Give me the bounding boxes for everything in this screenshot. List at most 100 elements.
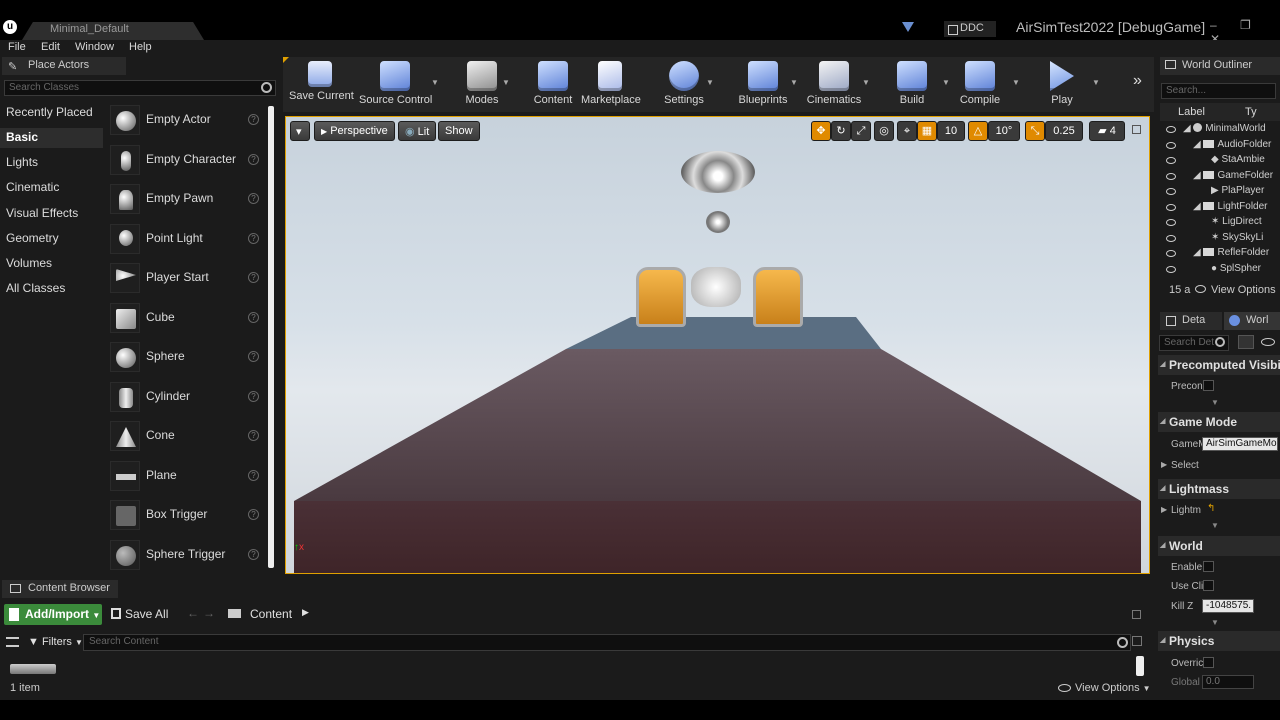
menu-window[interactable]: Window <box>75 41 114 53</box>
outliner-row[interactable]: ✶ LigDirect <box>1160 216 1280 231</box>
blueprints-button[interactable]: Blueprints <box>737 59 789 111</box>
kill-z-input[interactable]: -1048575. <box>1202 599 1254 613</box>
rotation-snap-value[interactable]: 10° <box>988 121 1020 141</box>
section-precomputed-visibility[interactable]: Precomputed Visibil <box>1158 355 1280 375</box>
reflection-capture-icon[interactable] <box>706 211 730 233</box>
show-button[interactable]: Show <box>438 121 480 141</box>
sources-toggle-icon[interactable] <box>6 637 19 647</box>
section-game-mode[interactable]: Game Mode <box>1158 412 1280 432</box>
actor-point-light[interactable]: Point Light? <box>108 220 268 259</box>
maximize-viewport-icon[interactable] <box>1132 125 1141 134</box>
search-icon[interactable] <box>1215 337 1225 347</box>
eye-icon[interactable] <box>1166 250 1176 257</box>
content-search-input[interactable]: Search Content <box>83 634 1131 651</box>
chevron-down-icon[interactable]: ▼ <box>1211 398 1219 407</box>
compile-button[interactable]: Compile <box>958 59 1002 111</box>
build-button[interactable]: Build <box>895 59 929 111</box>
ddc-indicator[interactable]: DDC <box>944 21 996 37</box>
eye-icon[interactable] <box>1166 266 1176 273</box>
chevron-down-icon[interactable]: ▼ <box>706 78 714 87</box>
help-icon[interactable]: ? <box>248 549 259 560</box>
scale-mode-icon[interactable]: ⤢ <box>851 121 871 141</box>
filters-button[interactable]: ▼ Filters ▼ <box>28 636 83 648</box>
outliner-view-options[interactable]: View Options <box>1211 284 1276 296</box>
use-client-checkbox[interactable] <box>1203 580 1214 591</box>
chevron-down-icon[interactable]: ▼ <box>1211 618 1219 627</box>
category-volumes[interactable]: Volumes <box>6 256 52 270</box>
rotate-mode-icon[interactable]: ↻ <box>831 121 851 141</box>
chevron-down-icon[interactable]: ▼ <box>431 78 439 87</box>
outliner-row[interactable]: ◢ AudioFolder <box>1160 139 1280 154</box>
help-icon[interactable]: ? <box>248 154 259 165</box>
help-icon[interactable]: ? <box>248 509 259 520</box>
eye-icon[interactable] <box>1166 235 1176 242</box>
outliner-row[interactable]: ◢ GameFolder <box>1160 170 1280 185</box>
section-world[interactable]: World <box>1158 536 1280 556</box>
eye-icon[interactable] <box>1166 173 1176 180</box>
outliner-search-input[interactable]: Search... <box>1161 83 1276 99</box>
actor-sphere-trigger[interactable]: Sphere Trigger? <box>108 536 268 575</box>
content-button[interactable]: Content <box>532 59 574 111</box>
menu-help[interactable]: Help <box>129 41 152 53</box>
camera-speed-button[interactable]: ▰ 4 <box>1089 121 1125 141</box>
save-search-icon[interactable] <box>1132 636 1142 646</box>
settings-button[interactable]: Settings <box>663 59 705 111</box>
actor-plane[interactable]: Plane? <box>108 457 268 496</box>
path-content[interactable]: Content <box>250 607 292 621</box>
help-icon[interactable]: ? <box>248 114 259 125</box>
source-control-button[interactable]: Source Control <box>359 59 432 111</box>
enable-checkbox[interactable] <box>1203 561 1214 572</box>
outliner-row[interactable]: ● SplSpher <box>1160 263 1280 278</box>
sky-sphere-icon[interactable] <box>681 151 755 193</box>
eye-icon[interactable] <box>1166 126 1176 133</box>
world-space-icon[interactable]: ◎ <box>874 121 894 141</box>
category-geometry[interactable]: Geometry <box>6 231 59 245</box>
perspective-button[interactable]: ▶ Perspective <box>314 121 395 141</box>
grid-snap-icon[interactable]: ▦ <box>917 121 937 141</box>
actor-cone[interactable]: Cone? <box>108 417 268 456</box>
search-classes-input[interactable]: Search Classes <box>4 80 276 96</box>
forward-arrow-icon[interactable]: → <box>203 606 215 620</box>
viewport-options-button[interactable]: ▾ <box>290 121 310 141</box>
prop-lightmass-settings[interactable]: Lightm <box>1171 505 1201 516</box>
actor-box-trigger[interactable]: Box Trigger? <box>108 496 268 535</box>
content-view-options[interactable]: View Options ▼ <box>1075 682 1151 694</box>
help-icon[interactable]: ? <box>248 391 259 402</box>
cinematics-button[interactable]: Cinematics <box>806 59 862 111</box>
lock-icon[interactable] <box>1132 610 1141 619</box>
chevron-down-icon[interactable]: ▼ <box>502 78 510 87</box>
lit-button[interactable]: ◉ Lit <box>398 121 437 141</box>
chevron-down-icon[interactable]: ▼ <box>942 78 950 87</box>
actor-empty-pawn[interactable]: Empty Pawn? <box>108 180 268 219</box>
path-chevron-icon[interactable]: ▶ <box>302 607 309 618</box>
eye-icon[interactable] <box>1261 338 1275 346</box>
outliner-row[interactable]: ◢ LightFolder <box>1160 201 1280 216</box>
unreal-logo-icon[interactable]: u <box>3 20 17 34</box>
toolbar-overflow-icon[interactable]: » <box>1133 72 1142 90</box>
chevron-down-icon[interactable]: ▼ <box>1092 78 1100 87</box>
menu-edit[interactable]: Edit <box>41 41 60 53</box>
place-actors-scrollbar[interactable] <box>268 106 274 568</box>
content-scrollbar[interactable] <box>1136 656 1144 676</box>
eye-icon[interactable] <box>1166 219 1176 226</box>
eye-icon[interactable] <box>1166 157 1176 164</box>
chevron-down-icon[interactable]: ▼ <box>1012 78 1020 87</box>
play-button[interactable]: Play <box>1046 59 1078 111</box>
expand-arrow-icon[interactable]: ▶ <box>1161 505 1167 514</box>
chair-left[interactable] <box>636 267 686 327</box>
chevron-down-icon[interactable]: ▼ <box>1211 521 1219 530</box>
help-icon[interactable]: ? <box>248 233 259 244</box>
help-icon[interactable]: ? <box>248 272 259 283</box>
expand-arrow-icon[interactable]: ▶ <box>1161 460 1167 469</box>
chevron-down-icon[interactable]: ▼ <box>862 78 870 87</box>
save-all-button[interactable]: Save All <box>125 607 168 621</box>
chair-right[interactable] <box>753 267 803 327</box>
category-all-classes[interactable]: All Classes <box>6 281 65 295</box>
rotation-snap-icon[interactable]: △ <box>968 121 988 141</box>
category-cinematic[interactable]: Cinematic <box>6 180 59 194</box>
actor-empty-actor[interactable]: Empty Actor? <box>108 101 268 140</box>
section-lightmass[interactable]: Lightmass <box>1158 479 1280 499</box>
translate-mode-icon[interactable]: ✥ <box>811 121 831 141</box>
prop-selected-game-mode[interactable]: Select <box>1171 460 1199 471</box>
search-icon[interactable] <box>261 82 272 93</box>
